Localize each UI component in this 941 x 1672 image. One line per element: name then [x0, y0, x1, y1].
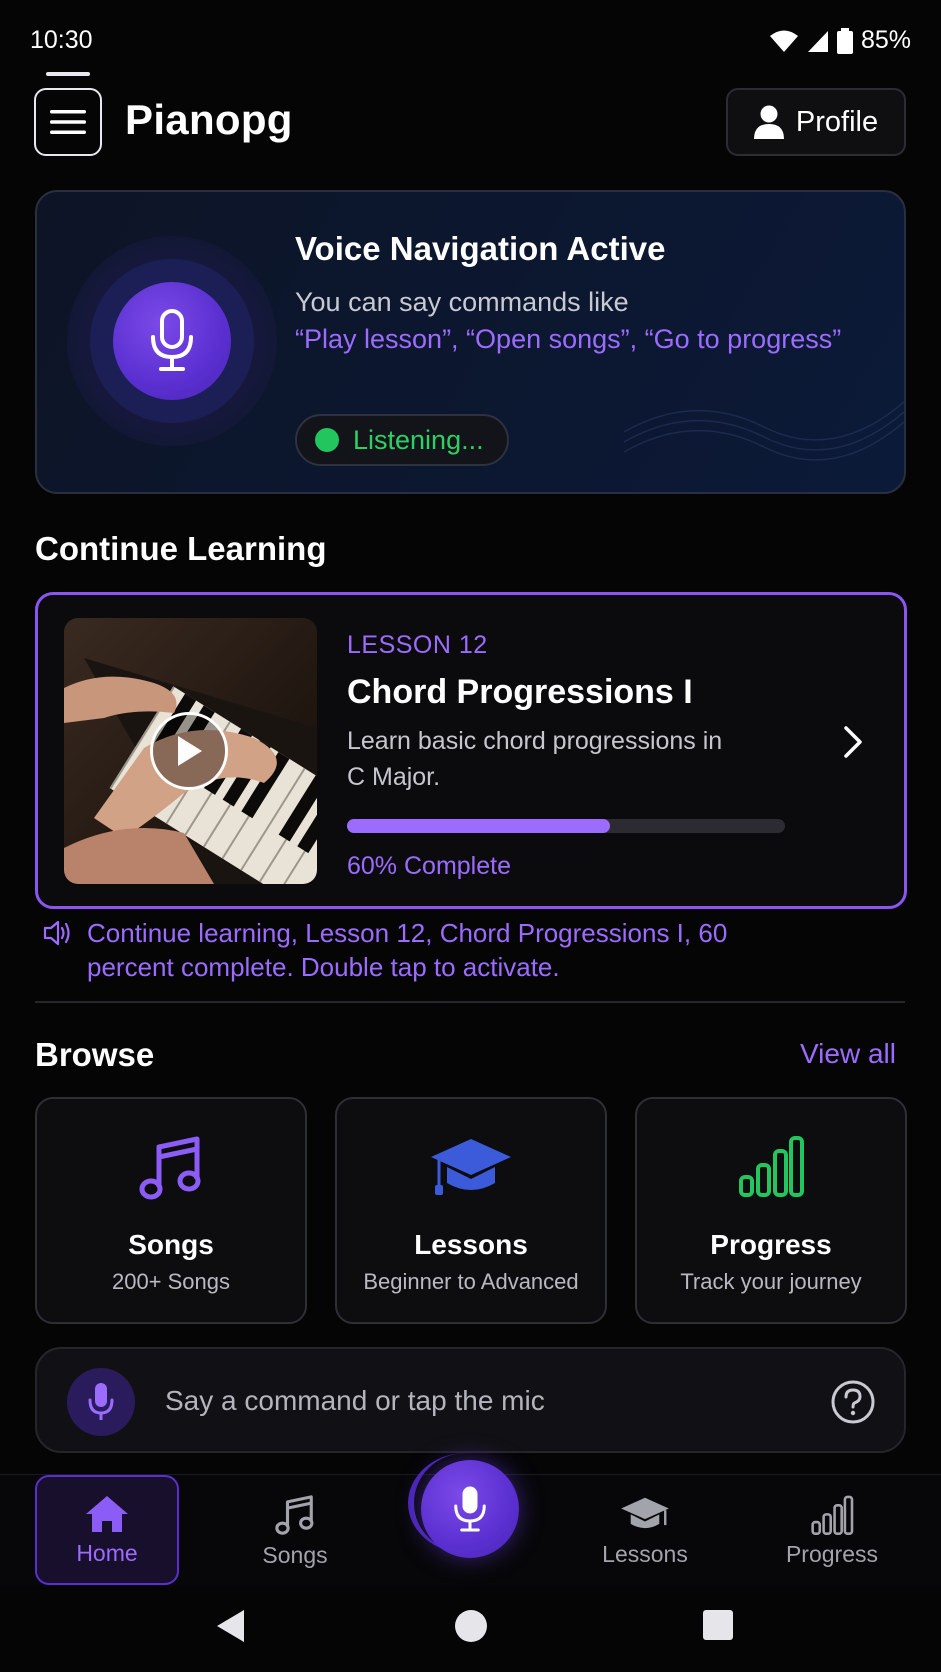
- nav-label: Home: [76, 1539, 138, 1566]
- voice-command-bar[interactable]: Say a command or tap the mic: [35, 1347, 906, 1453]
- voice-card-description: You can say commands like: [295, 287, 629, 317]
- hamburger-icon: [50, 110, 86, 134]
- browse-tile-progress[interactable]: Progress Track your journey: [635, 1097, 907, 1324]
- nav-label: Lessons: [602, 1540, 688, 1567]
- command-mic-button[interactable]: [67, 1368, 135, 1436]
- tile-subtitle: 200+ Songs: [111, 1269, 231, 1294]
- person-icon: [753, 105, 784, 139]
- tile-title: Progress: [710, 1229, 832, 1260]
- tile-title: Songs: [128, 1229, 214, 1260]
- section-divider: [35, 1001, 905, 1003]
- wave-decoration: [624, 401, 904, 461]
- home-circle-icon[interactable]: [453, 1608, 489, 1644]
- play-icon: [178, 736, 202, 766]
- listening-label: Listening...: [353, 424, 484, 455]
- profile-button[interactable]: Profile: [726, 88, 906, 156]
- nav-label: Songs: [262, 1541, 328, 1568]
- speaker-icon: [43, 920, 70, 946]
- home-icon: [86, 1495, 128, 1532]
- status-bar: 10:30 85%: [0, 0, 941, 80]
- microphone-icon: [454, 1486, 486, 1532]
- accessibility-announcement: Continue learning, Lesson 12, Chord Prog…: [43, 916, 903, 984]
- lesson-progress-fill: [347, 819, 610, 833]
- play-button[interactable]: [150, 712, 228, 790]
- nav-home[interactable]: Home: [35, 1475, 179, 1585]
- bottom-navigation: Home Songs Lessons Progress: [0, 1453, 941, 1587]
- view-all-link[interactable]: View all: [800, 1038, 896, 1070]
- listening-status: Listening...: [295, 414, 509, 466]
- signal-icon: [807, 29, 829, 53]
- continue-learning-title: Continue Learning: [35, 530, 327, 567]
- listening-dot-icon: [315, 428, 339, 452]
- wifi-icon: [769, 29, 799, 53]
- menu-button[interactable]: [34, 88, 102, 156]
- bar-chart-icon: [739, 1136, 804, 1197]
- battery-percent: 85%: [860, 26, 911, 54]
- nav-label: Progress: [785, 1540, 879, 1567]
- graduation-cap-icon: [621, 1497, 669, 1528]
- bar-chart-icon: [811, 1495, 854, 1535]
- voice-card-title: Voice Navigation Active: [295, 230, 666, 267]
- command-placeholder: Say a command or tap the mic: [165, 1385, 545, 1416]
- browse-title: Browse: [35, 1036, 155, 1073]
- app-bar: Pianopg Profile: [0, 70, 941, 170]
- microphone-icon: [88, 1383, 114, 1420]
- lesson-progress-bar: [347, 819, 785, 833]
- microphone-icon: [151, 309, 193, 371]
- back-icon[interactable]: [214, 1608, 248, 1644]
- app-title: Pianopg: [125, 96, 293, 143]
- lesson-number: LESSON 12: [347, 631, 488, 659]
- nav-progress[interactable]: Progress: [752, 1475, 912, 1587]
- graduation-cap-icon: [431, 1139, 511, 1195]
- accessibility-text: Continue learning, Lesson 12, Chord Prog…: [87, 918, 728, 982]
- lesson-description: Learn basic chord progressions in C Majo…: [347, 727, 723, 791]
- lesson-progress-text: 60% Complete: [347, 852, 511, 880]
- music-note-icon: [139, 1136, 201, 1200]
- status-icons: 85%: [769, 26, 911, 55]
- continue-lesson-card[interactable]: LESSON 12 Chord Progressions I Learn bas…: [35, 592, 907, 909]
- tile-title: Lessons: [414, 1229, 528, 1260]
- voice-card-commands: “Play lesson”, “Open songs”, “Go to prog…: [295, 324, 842, 354]
- lesson-thumbnail: [64, 618, 317, 884]
- voice-fab-button[interactable]: [421, 1460, 519, 1558]
- nav-songs[interactable]: Songs: [215, 1475, 375, 1587]
- music-note-icon: [275, 1494, 314, 1535]
- recents-icon[interactable]: [701, 1608, 735, 1642]
- menu-indicator: [46, 72, 90, 76]
- voice-mic-button[interactable]: [113, 282, 231, 400]
- system-navigation-bar: [0, 1586, 941, 1672]
- browse-tile-lessons[interactable]: Lessons Beginner to Advanced: [335, 1097, 607, 1324]
- tile-subtitle: Track your journey: [680, 1269, 862, 1294]
- chevron-right-icon[interactable]: [842, 725, 864, 759]
- profile-label: Profile: [795, 105, 879, 138]
- lesson-title: Chord Progressions I: [347, 673, 693, 711]
- help-icon[interactable]: [830, 1379, 876, 1425]
- nav-lessons[interactable]: Lessons: [565, 1475, 725, 1587]
- tile-subtitle: Beginner to Advanced: [363, 1269, 579, 1294]
- battery-icon: [836, 27, 853, 54]
- voice-navigation-card: Voice Navigation Active You can say comm…: [35, 190, 906, 494]
- browse-tile-songs[interactable]: Songs 200+ Songs: [35, 1097, 307, 1324]
- status-time: 10:30: [30, 26, 93, 54]
